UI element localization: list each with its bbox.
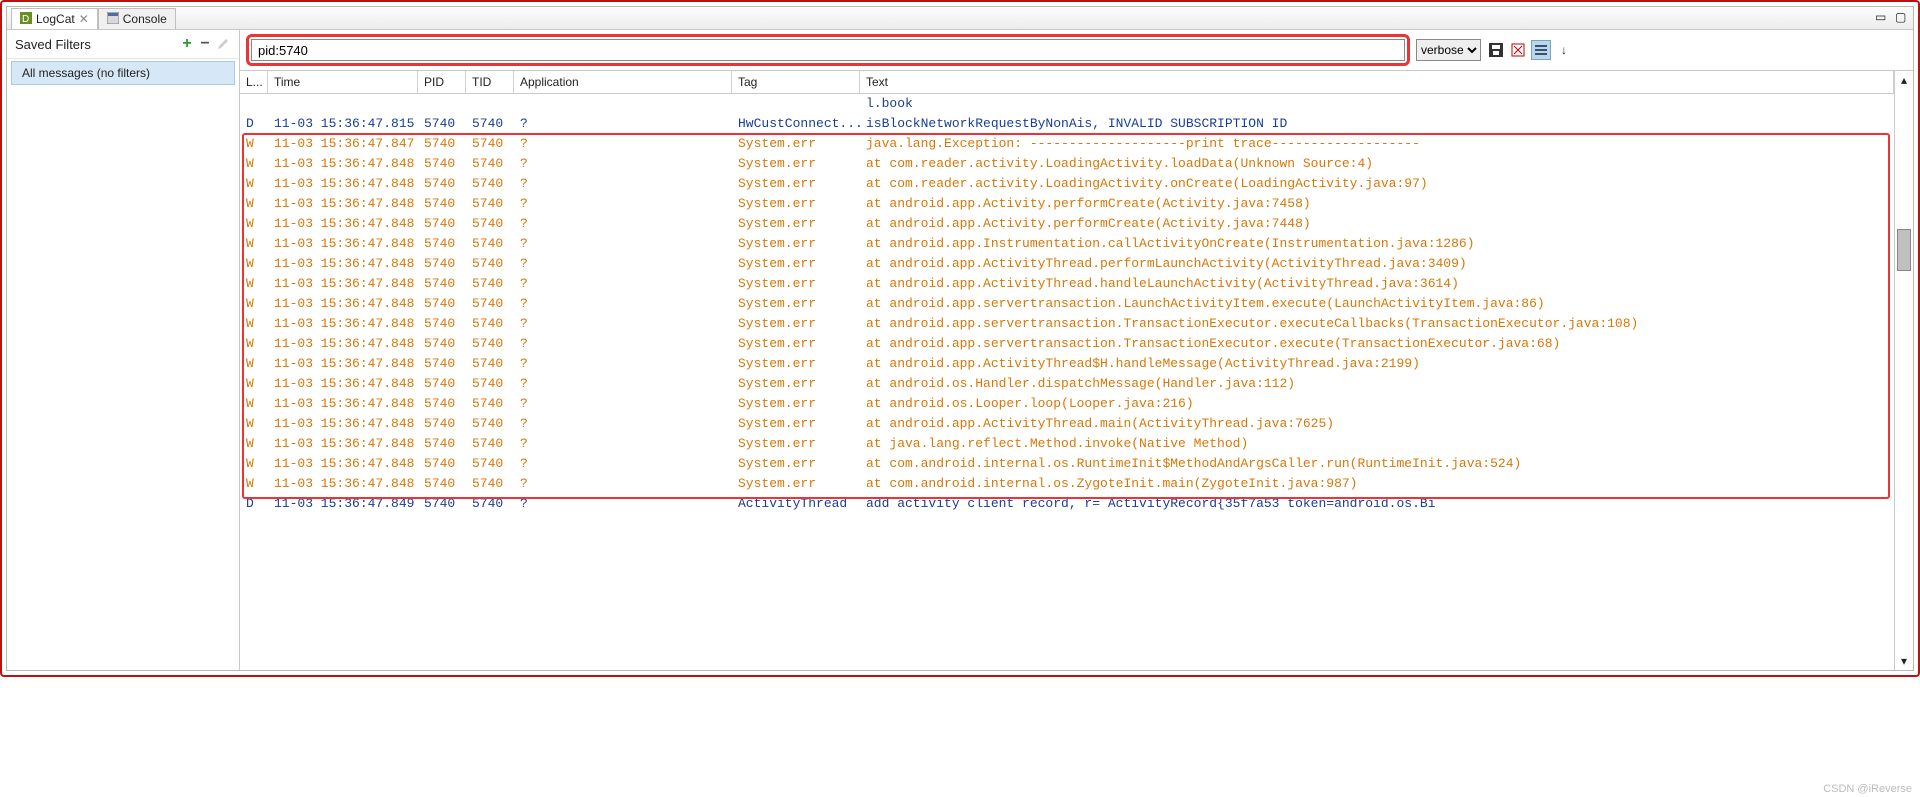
display-view-button[interactable] — [1531, 40, 1551, 60]
log-row[interactable]: W11-03 15:36:47.84857405740?System.errat… — [240, 194, 1894, 214]
log-row[interactable]: W11-03 15:36:47.84857405740?System.errat… — [240, 334, 1894, 354]
col-application[interactable]: Application — [514, 71, 732, 93]
log-row[interactable]: W11-03 15:36:47.84757405740?System.errja… — [240, 134, 1894, 154]
log-row[interactable]: W11-03 15:36:47.84857405740?System.errat… — [240, 234, 1894, 254]
filter-search-input[interactable] — [251, 39, 1405, 61]
col-text[interactable]: Text — [860, 71, 1894, 93]
watermark-text: CSDN @iReverse — [1823, 783, 1912, 795]
log-row[interactable]: D11-03 15:36:47.84957405740?ActivityThre… — [240, 494, 1894, 514]
log-row[interactable]: D11-03 15:36:47.81557405740?HwCustConnec… — [240, 114, 1894, 134]
log-row[interactable]: W11-03 15:36:47.84857405740?System.errat… — [240, 174, 1894, 194]
log-toolbar: verbose ↓ — [240, 30, 1913, 71]
scroll-down-icon[interactable]: ▾ — [1895, 652, 1913, 670]
scroll-lock-button[interactable]: ↓ — [1555, 41, 1573, 59]
log-row[interactable]: W11-03 15:36:47.84857405740?System.errat… — [240, 374, 1894, 394]
maximize-view-button[interactable]: ▢ — [1895, 10, 1909, 24]
log-level-select[interactable]: verbose — [1416, 39, 1481, 61]
log-row[interactable]: W11-03 15:36:47.84857405740?System.errat… — [240, 394, 1894, 414]
log-row[interactable]: W11-03 15:36:47.84857405740?System.errat… — [240, 154, 1894, 174]
add-filter-button[interactable]: + — [179, 36, 195, 52]
clear-log-button[interactable] — [1509, 41, 1527, 59]
log-row[interactable]: W11-03 15:36:47.84857405740?System.errat… — [240, 354, 1894, 374]
scroll-thumb[interactable] — [1897, 229, 1911, 271]
col-tid[interactable]: TID — [466, 71, 514, 93]
saved-filters-panel: Saved Filters + − All messages (no filte… — [7, 30, 240, 670]
filter-item-all-messages[interactable]: All messages (no filters) — [11, 61, 235, 85]
save-log-button[interactable] — [1487, 41, 1505, 59]
scroll-track[interactable] — [1895, 89, 1913, 652]
logcat-window: D LogCat ✕ Console ▭ ▢ Saved Filters + −… — [6, 6, 1914, 671]
saved-filters-title: Saved Filters — [15, 37, 177, 52]
remove-filter-button[interactable]: − — [197, 36, 213, 52]
view-tab-bar: D LogCat ✕ Console ▭ ▢ — [7, 7, 1913, 30]
tab-logcat[interactable]: D LogCat ✕ — [11, 8, 98, 29]
log-row[interactable]: W11-03 15:36:47.84857405740?System.errat… — [240, 474, 1894, 494]
tab-console[interactable]: Console — [98, 8, 176, 29]
log-row[interactable]: W11-03 15:36:47.84857405740?System.errat… — [240, 274, 1894, 294]
log-table: L... Time PID TID Application Tag Text l… — [240, 71, 1894, 670]
log-row[interactable]: W11-03 15:36:47.84857405740?System.errat… — [240, 434, 1894, 454]
log-row[interactable]: W11-03 15:36:47.84857405740?System.errat… — [240, 294, 1894, 314]
log-table-header: L... Time PID TID Application Tag Text — [240, 71, 1894, 94]
close-icon[interactable]: ✕ — [79, 12, 89, 26]
tab-console-label: Console — [123, 12, 167, 26]
edit-filter-button[interactable] — [215, 36, 231, 52]
col-level[interactable]: L... — [240, 71, 268, 93]
svg-text:D: D — [22, 14, 29, 24]
log-row[interactable]: l.book — [240, 94, 1894, 114]
search-highlight — [246, 34, 1410, 66]
minimize-view-button[interactable]: ▭ — [1875, 10, 1889, 24]
log-row[interactable]: W11-03 15:36:47.84857405740?System.errat… — [240, 414, 1894, 434]
scroll-up-icon[interactable]: ▴ — [1895, 71, 1913, 89]
col-tag[interactable]: Tag — [732, 71, 860, 93]
console-tab-icon — [107, 12, 119, 27]
vertical-scrollbar[interactable]: ▴ ▾ — [1894, 71, 1913, 670]
log-row[interactable]: W11-03 15:36:47.84857405740?System.errat… — [240, 454, 1894, 474]
log-row[interactable]: W11-03 15:36:47.84857405740?System.errat… — [240, 254, 1894, 274]
logcat-tab-icon: D — [20, 12, 32, 27]
log-row[interactable]: W11-03 15:36:47.84857405740?System.errat… — [240, 214, 1894, 234]
log-row[interactable]: W11-03 15:36:47.84857405740?System.errat… — [240, 314, 1894, 334]
tab-logcat-label: LogCat — [36, 12, 75, 26]
col-pid[interactable]: PID — [418, 71, 466, 93]
col-time[interactable]: Time — [268, 71, 418, 93]
